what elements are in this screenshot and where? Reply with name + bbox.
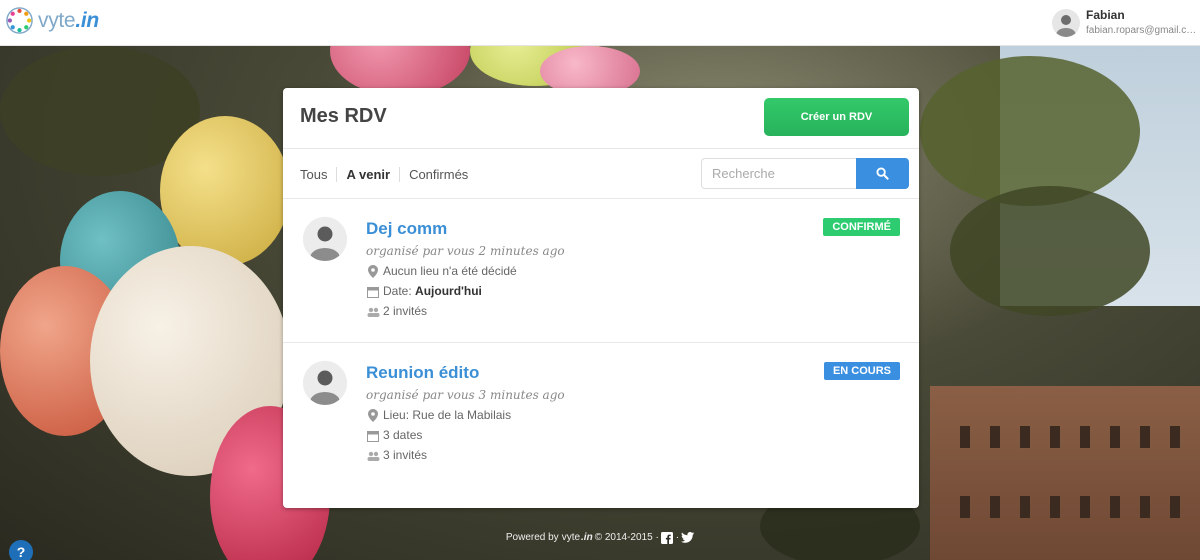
user-email: fabian.ropars@gmail.com [1086,25,1198,36]
event-title[interactable]: Dej comm [366,217,565,241]
event-dates: 3 dates [366,428,565,443]
users-icon [366,449,380,463]
logo-icon [6,7,33,34]
event-location: Lieu: Rue de la Mabilais [366,408,565,423]
panel-header: Mes RDV Créer un RDV [283,88,919,149]
organizer-avatar [303,217,347,261]
twitter-icon[interactable] [681,531,695,544]
tab-upcoming[interactable]: A venir [336,167,399,182]
footer: Powered by vyte.in © 2014-2015 · · [0,531,1200,544]
tab-all[interactable]: Tous [300,167,336,182]
calendar-icon [366,285,380,299]
users-icon [366,305,380,319]
filter-toolbar: Tous A venir Confirmés [283,149,919,199]
event-invites: 3 invités [366,448,565,463]
search-input[interactable] [701,158,856,189]
map-pin-icon [366,409,380,423]
calendar-icon [366,429,380,443]
search-icon [876,167,889,180]
event-item[interactable]: Dej comm organisé par vous 2 minutes ago… [283,199,919,343]
footer-copyright: © 2014-2015 · [594,532,659,543]
help-button[interactable]: ? [9,540,33,560]
logo-text: vyte.in [38,8,99,32]
user-name: Fabian [1086,8,1125,22]
filter-tabs: Tous A venir Confirmés [300,167,477,182]
create-appointment-button[interactable]: Créer un RDV [764,98,909,136]
event-date: Date: Aujourd'hui [366,284,565,299]
logo[interactable]: vyte.in [5,6,99,35]
user-avatar [1052,9,1080,37]
event-location: Aucun lieu n'a été décidé [366,264,565,279]
facebook-icon[interactable] [661,531,674,544]
event-item[interactable]: Reunion édito organisé par vous 3 minute… [283,343,919,487]
footer-powered-by: Powered by [505,532,559,543]
top-bar: vyte.in Fabian fabian.ropars@gmail.com [0,0,1200,46]
footer-brand[interactable]: vyte.in [561,532,593,543]
event-title[interactable]: Reunion édito [366,361,565,385]
event-organizer: organisé par vous 2 minutes ago [366,244,565,258]
user-menu[interactable]: Fabian fabian.ropars@gmail.com [1050,6,1200,40]
status-badge: EN COURS [823,362,900,380]
organizer-avatar [303,361,347,405]
status-badge: CONFIRMÉ [823,218,900,236]
search-button[interactable] [856,158,909,189]
event-invites: 2 invités [366,304,565,319]
page-title: Mes RDV [300,105,387,127]
map-pin-icon [366,265,380,279]
tab-confirmed[interactable]: Confirmés [399,167,477,182]
footer-separator: · [675,532,680,543]
search-box [701,158,909,189]
appointments-panel: Mes RDV Créer un RDV Tous A venir Confir… [283,88,919,508]
event-organizer: organisé par vous 3 minutes ago [366,388,565,402]
